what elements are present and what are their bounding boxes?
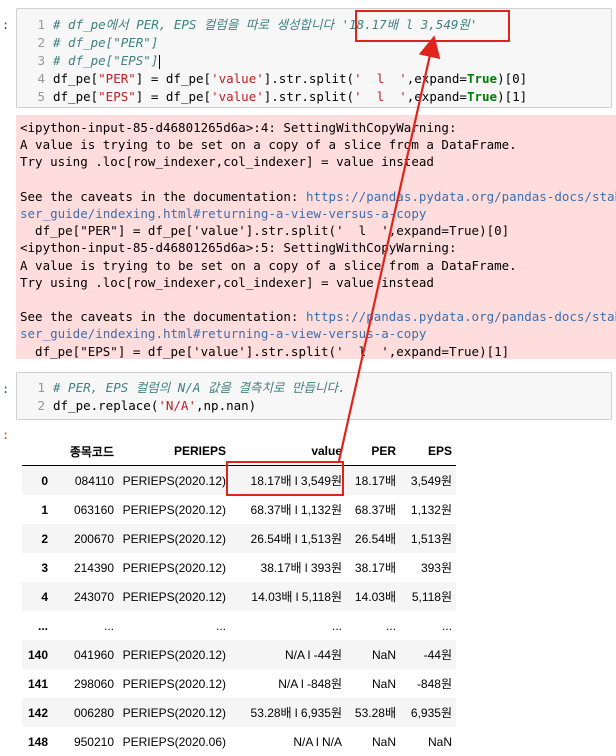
- annotation-arrow-layer: [0, 0, 616, 743]
- annotation-arrow: [339, 46, 432, 461]
